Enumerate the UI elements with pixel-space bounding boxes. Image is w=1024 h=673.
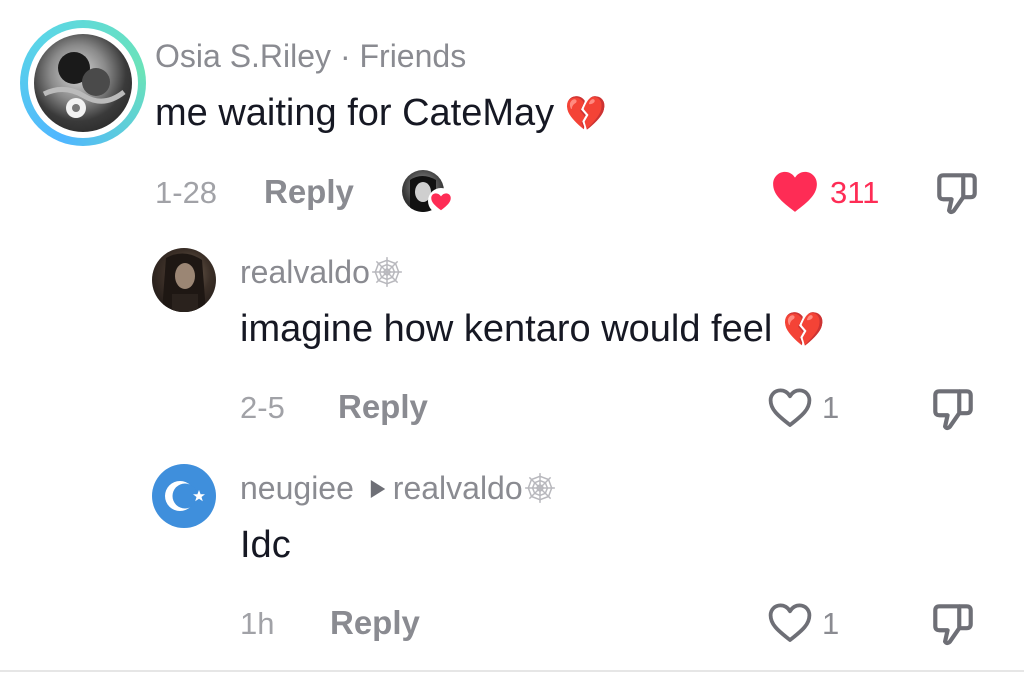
reply-button[interactable]: Reply [330,604,420,642]
crescent-star-icon [165,481,205,511]
comment-text: imagine how kentaro would feel 💔 [240,308,826,350]
avatar[interactable] [152,464,216,528]
relation-label: Friends [359,38,467,74]
like-count: 311 [830,175,880,210]
heart-icon[interactable] [766,600,814,644]
comment-text: Idc [240,524,291,566]
thumbs-down-icon[interactable] [928,601,978,647]
username[interactable]: Osia S.Riley [155,38,331,74]
reply-to-username[interactable]: realvaldo [393,470,523,506]
play-arrow-icon [370,480,385,498]
avatar-image [162,253,206,312]
like-count: 1 [822,606,840,641]
thumbs-down-icon[interactable] [932,170,982,216]
spiderweb-icon [371,257,402,287]
avatar[interactable] [34,34,132,132]
comment-header: neugiee realvaldo [240,470,557,507]
comment-time: 1h [240,606,275,641]
spiderweb-icon [524,473,555,503]
comment-time: 1-28 [155,175,218,210]
creator-heart-icon [431,193,451,211]
reply-button[interactable]: Reply [338,388,428,426]
username[interactable]: neugiee [240,470,354,506]
comment-header: Osia S.Riley · Friends [155,38,466,75]
broken-heart-emoji: 💔 [782,310,826,350]
thumbs-down-icon[interactable] [928,386,978,432]
broken-heart-emoji: 💔 [564,94,608,134]
reply-button[interactable]: Reply [264,173,354,211]
comment-time: 2-5 [240,390,285,425]
separator: · [339,38,351,74]
comment-header: realvaldo [240,254,404,291]
heart-icon[interactable] [770,168,820,214]
avatar[interactable] [152,248,216,312]
comment-text: me waiting for CateMay 💔 [155,92,608,134]
heart-icon[interactable] [766,385,814,429]
like-count: 1 [822,390,840,425]
username[interactable]: realvaldo [240,254,370,290]
bottom-divider [0,670,1024,672]
avatar-image [42,52,126,118]
